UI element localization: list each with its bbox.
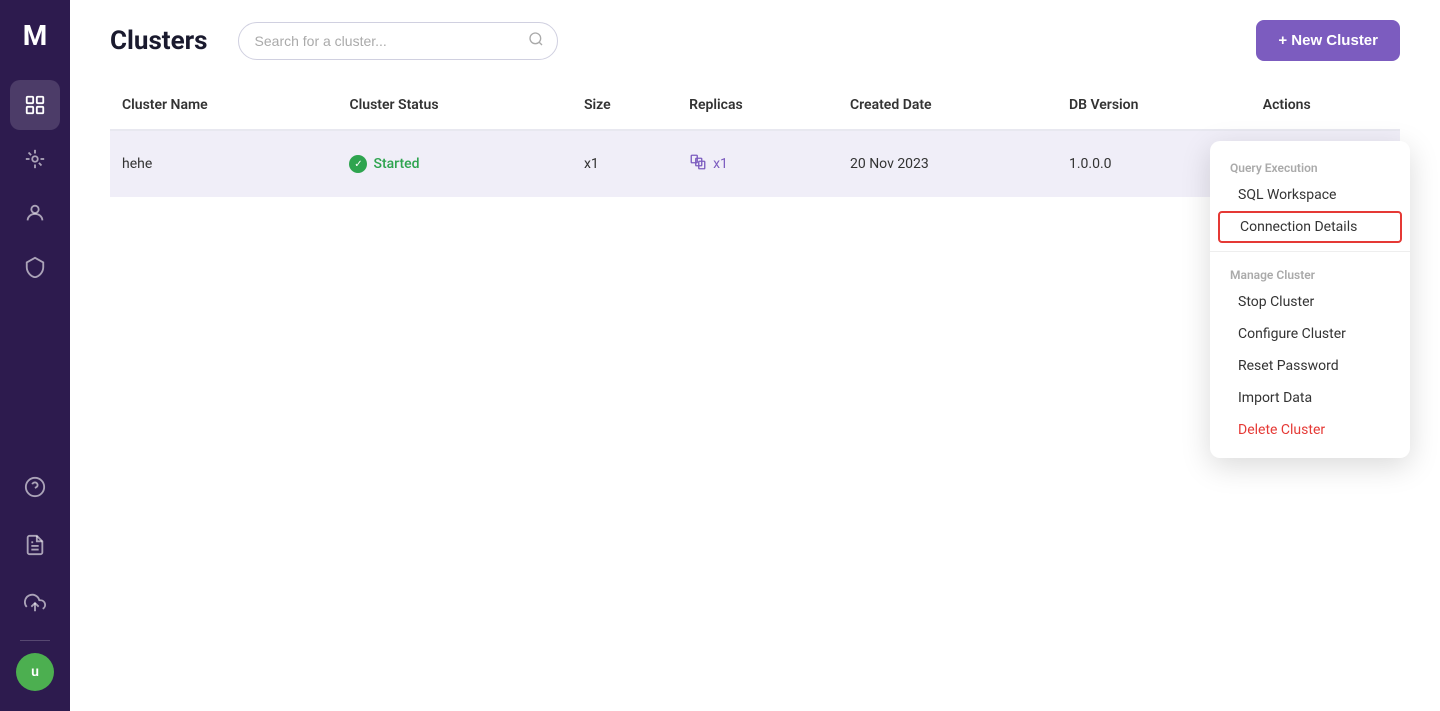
search-container	[238, 22, 558, 60]
dropdown-sql-workspace[interactable]: SQL Workspace	[1210, 179, 1410, 211]
status-badge: ✓ Started	[349, 155, 559, 173]
dropdown-import-data[interactable]: Import Data	[1210, 382, 1410, 414]
col-db-version: DB Version	[1057, 81, 1251, 130]
clusters-table: Cluster Name Cluster Status Size Replica…	[110, 81, 1400, 197]
sidebar-item-user[interactable]	[10, 188, 60, 238]
sidebar-item-docs[interactable]	[10, 520, 60, 570]
col-size: Size	[572, 81, 677, 130]
replicas-count: x1	[713, 156, 728, 172]
table-body: hehe ✓ Started x1	[110, 130, 1400, 197]
main-content: Clusters + New Cluster Cluster Name Clus…	[70, 0, 1440, 711]
table-header: Cluster Name Cluster Status Size Replica…	[110, 81, 1400, 130]
search-input[interactable]	[238, 22, 558, 60]
page-title: Clusters	[110, 26, 208, 56]
avatar[interactable]: u	[16, 653, 54, 691]
sidebar-item-clusters[interactable]	[10, 80, 60, 130]
new-cluster-button[interactable]: + New Cluster	[1256, 20, 1400, 61]
cell-created-date: 20 Nov 2023	[838, 130, 1057, 197]
col-cluster-name: Cluster Name	[110, 81, 337, 130]
cell-replicas: x1	[677, 130, 838, 197]
sidebar-item-graph[interactable]	[10, 134, 60, 184]
dropdown-connection-details[interactable]: Connection Details	[1218, 211, 1402, 243]
dropdown-configure-cluster[interactable]: Configure Cluster	[1210, 318, 1410, 350]
sidebar-item-upload[interactable]	[10, 578, 60, 628]
cell-size: x1	[572, 130, 677, 197]
sidebar: M	[0, 0, 70, 711]
status-text: Started	[373, 156, 419, 172]
dropdown-reset-password[interactable]: Reset Password	[1210, 350, 1410, 382]
dropdown-stop-cluster[interactable]: Stop Cluster	[1210, 286, 1410, 318]
sidebar-bottom: u	[0, 462, 70, 711]
col-cluster-status: Cluster Status	[337, 81, 571, 130]
table-container: Cluster Name Cluster Status Size Replica…	[70, 81, 1440, 711]
manage-section-label: Manage Cluster	[1210, 260, 1410, 286]
replicas-cell: x1	[689, 153, 826, 175]
sidebar-divider	[20, 640, 50, 641]
cell-cluster-status: ✓ Started	[337, 130, 571, 197]
dropdown-delete-cluster[interactable]: Delete Cluster	[1210, 414, 1410, 446]
dropdown-divider	[1210, 251, 1410, 252]
col-created-date: Created Date	[838, 81, 1057, 130]
status-dot: ✓	[349, 155, 367, 173]
table-row: hehe ✓ Started x1	[110, 130, 1400, 197]
col-replicas: Replicas	[677, 81, 838, 130]
col-actions: Actions	[1251, 81, 1400, 130]
cell-cluster-name: hehe	[110, 130, 337, 197]
replica-icon	[689, 153, 707, 175]
sidebar-nav	[0, 70, 70, 462]
sidebar-item-shield[interactable]	[10, 242, 60, 292]
sidebar-item-help[interactable]	[10, 462, 60, 512]
search-icon	[528, 31, 544, 51]
header-row: Cluster Name Cluster Status Size Replica…	[110, 81, 1400, 130]
sidebar-logo: M	[0, 0, 70, 70]
query-section-label: Query Execution	[1210, 153, 1410, 179]
header: Clusters + New Cluster	[70, 0, 1440, 81]
actions-dropdown: Query Execution SQL Workspace Connection…	[1210, 141, 1410, 458]
